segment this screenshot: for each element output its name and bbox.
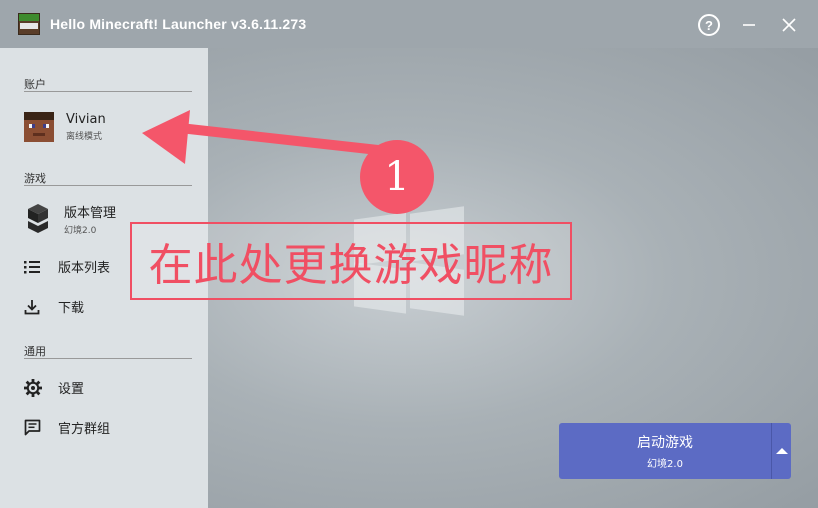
annotation-note-text: 在此处更换游戏昵称 [148, 240, 554, 291]
caret-up-icon [775, 448, 788, 454]
launch-label: 启动游戏 [637, 435, 693, 451]
launch-game-button[interactable]: 启动游戏 幻境2.0 [559, 423, 771, 479]
launch-menu-button[interactable] [771, 423, 791, 479]
annotation-note: 在此处更换游戏昵称 [130, 222, 572, 300]
launch-version: 幻境2.0 [647, 459, 683, 470]
annotation-badge: 1 [360, 140, 434, 214]
